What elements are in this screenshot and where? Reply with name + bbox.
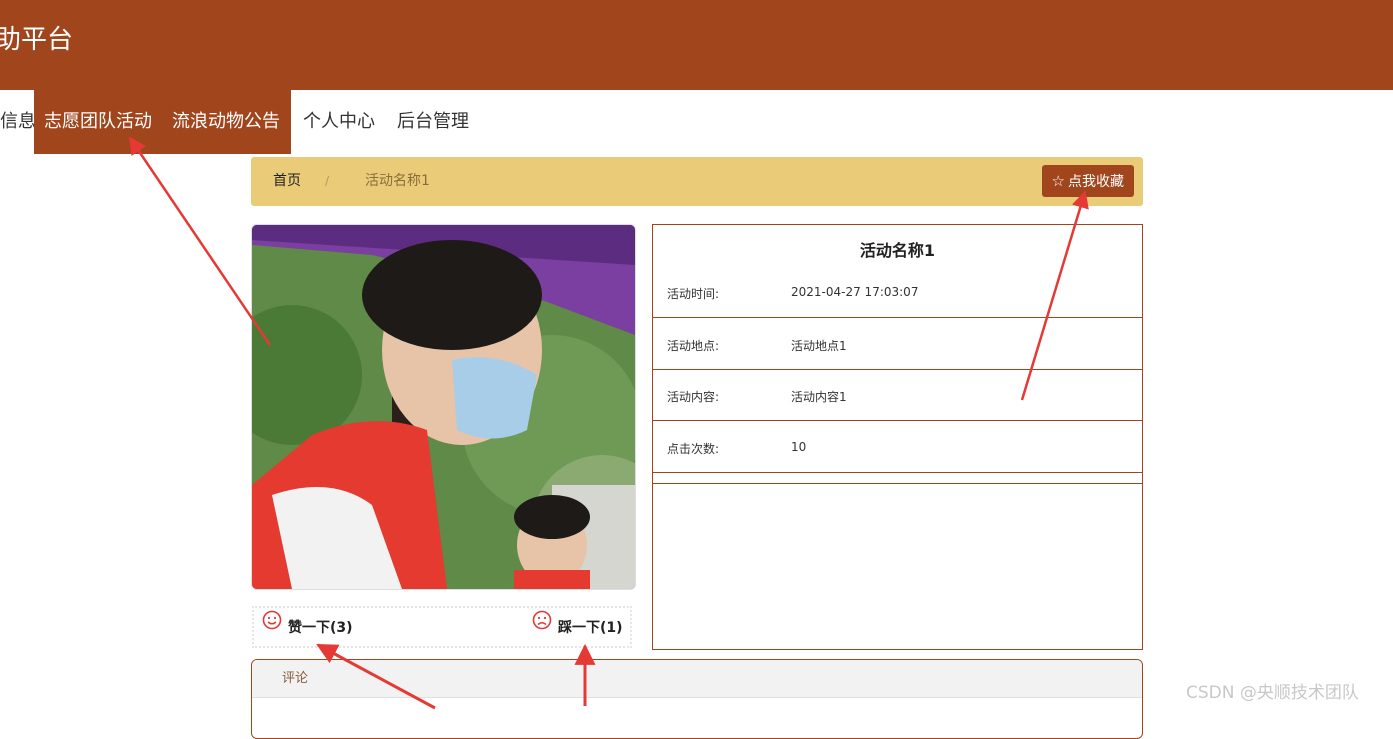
watermark: CSDN @央顺技术团队 [1186, 683, 1359, 703]
annotation-arrow [128, 136, 272, 346]
annotation-arrows [128, 136, 1089, 710]
annotation-arrow [316, 643, 436, 710]
annotation-arrow [1020, 190, 1089, 401]
